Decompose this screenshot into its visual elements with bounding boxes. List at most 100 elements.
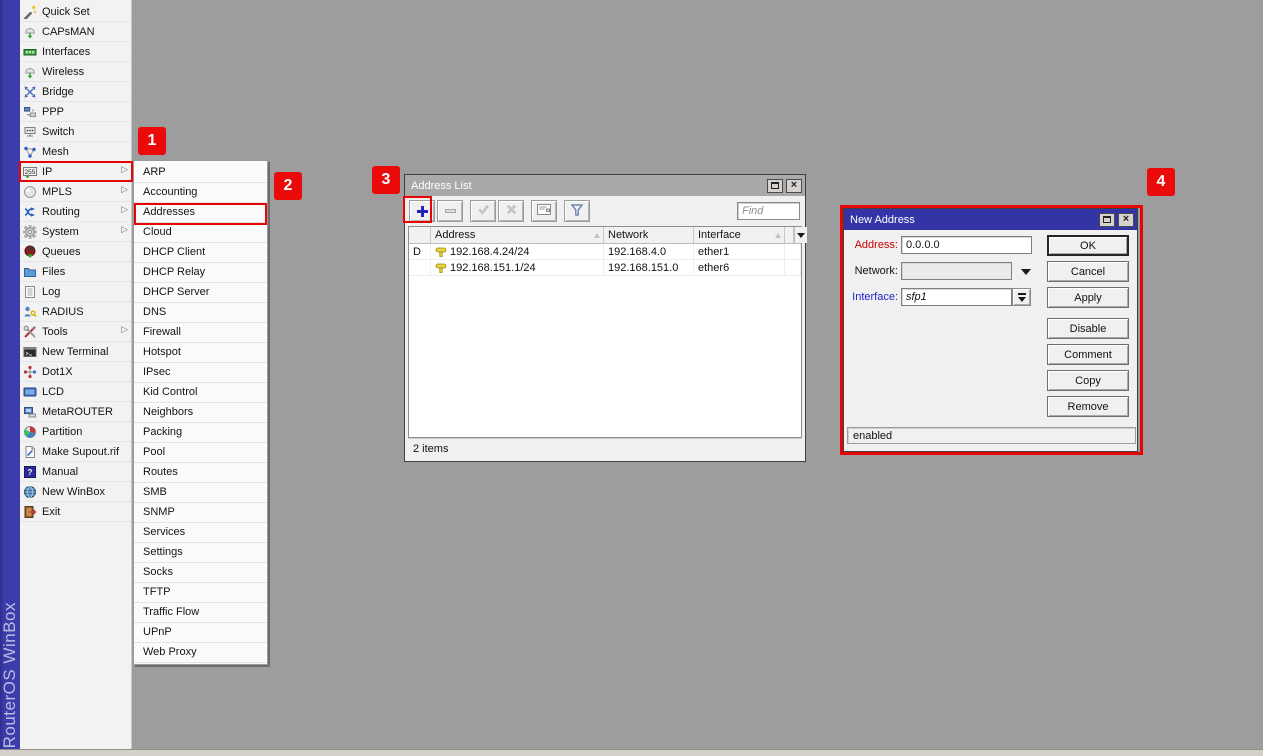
remove-button[interactable]: Remove xyxy=(1047,396,1129,417)
annotation-badge-2: 2 xyxy=(274,172,302,200)
sidebar-item-metarouter[interactable]: MetaROUTER xyxy=(20,402,131,422)
comment-button[interactable]: Comment xyxy=(1047,344,1129,365)
wand-icon xyxy=(23,5,37,19)
submenu-item-services[interactable]: Services xyxy=(134,523,267,543)
sidebar-item-label: Mesh xyxy=(42,146,69,158)
address-list-titlebar[interactable]: Address List × xyxy=(405,175,805,196)
submenu-item-kid-control[interactable]: Kid Control xyxy=(134,383,267,403)
flag-column-header[interactable] xyxy=(409,227,431,243)
close-button[interactable]: × xyxy=(786,179,802,193)
disable-button[interactable]: Disable xyxy=(1047,318,1129,339)
add-button[interactable] xyxy=(409,200,435,222)
queues-disc-icon xyxy=(23,245,37,259)
sidebar-item-routing[interactable]: Routing▷ xyxy=(20,202,131,222)
filter-button[interactable] xyxy=(564,200,590,222)
sidebar-item-mesh[interactable]: Mesh xyxy=(20,142,131,162)
antenna-dome-icon xyxy=(23,65,37,79)
submenu-item-dhcp-server[interactable]: DHCP Server xyxy=(134,283,267,303)
column-label: Address xyxy=(435,229,475,241)
remove-button[interactable] xyxy=(437,200,463,222)
sidebar-item-files[interactable]: Files xyxy=(20,262,131,282)
sidebar-item-system[interactable]: System▷ xyxy=(20,222,131,242)
sidebar-item-interfaces[interactable]: Interfaces xyxy=(20,42,131,62)
sidebar-item-make-supout-rif[interactable]: Make Supout.rif xyxy=(20,442,131,462)
ok-button[interactable]: OK xyxy=(1047,235,1129,256)
sidebar-item-exit[interactable]: Exit xyxy=(20,502,131,522)
submenu-item-settings[interactable]: Settings xyxy=(134,543,267,563)
interface-column-header[interactable]: Interface xyxy=(694,227,785,243)
submenu-item-dhcp-relay[interactable]: DHCP Relay xyxy=(134,263,267,283)
apply-button[interactable]: Apply xyxy=(1047,287,1129,308)
sidebar-item-new-winbox[interactable]: New WinBox xyxy=(20,482,131,502)
sidebar-item-quick-set[interactable]: Quick Set xyxy=(20,2,131,22)
cancel-button[interactable]: Cancel xyxy=(1047,261,1129,282)
maximize-button[interactable] xyxy=(767,179,783,193)
address-field[interactable] xyxy=(901,236,1032,254)
comment-button[interactable] xyxy=(531,200,557,222)
submenu-item-packing[interactable]: Packing xyxy=(134,423,267,443)
sidebar-item-label: RADIUS xyxy=(42,306,84,318)
submenu-item-snmp[interactable]: SNMP xyxy=(134,503,267,523)
submenu-item-arp[interactable]: ARP xyxy=(134,163,267,183)
maximize-button[interactable] xyxy=(1099,213,1115,227)
sidebar-item-mpls[interactable]: MPLS▷ xyxy=(20,182,131,202)
interface-dropdown-button[interactable] xyxy=(1012,288,1031,306)
sidebar-item-manual[interactable]: ?Manual xyxy=(20,462,131,482)
submenu-item-hotspot[interactable]: Hotspot xyxy=(134,343,267,363)
address-pin-icon xyxy=(435,246,447,258)
sidebar-item-dot1x[interactable]: Dot1X xyxy=(20,362,131,382)
row-flag xyxy=(409,260,431,275)
mesh-icon xyxy=(23,145,37,159)
submenu-item-dhcp-client[interactable]: DHCP Client xyxy=(134,243,267,263)
sidebar-item-radius[interactable]: RADIUS xyxy=(20,302,131,322)
copy-button[interactable]: Copy xyxy=(1047,370,1129,391)
address-column-header[interactable]: Address xyxy=(431,227,604,243)
submenu-item-routes[interactable]: Routes xyxy=(134,463,267,483)
submenu-item-neighbors[interactable]: Neighbors xyxy=(134,403,267,423)
sidebar-item-wireless[interactable]: Wireless xyxy=(20,62,131,82)
sidebar-item-tools[interactable]: Tools▷ xyxy=(20,322,131,342)
sidebar-item-capsman[interactable]: CAPsMAN xyxy=(20,22,131,42)
interface-field[interactable] xyxy=(901,288,1012,306)
sidebar-item-ip[interactable]: 255IP▷ xyxy=(20,162,131,182)
network-dropdown-icon[interactable] xyxy=(1021,269,1031,275)
submenu-item-upnp[interactable]: UPnP xyxy=(134,623,267,643)
submenu-item-addresses[interactable]: Addresses xyxy=(134,203,267,223)
submenu-item-tftp[interactable]: TFTP xyxy=(134,583,267,603)
sidebar-item-log[interactable]: Log xyxy=(20,282,131,302)
network-column-header[interactable]: Network xyxy=(604,227,694,243)
ip-255-icon: 255 xyxy=(23,165,37,179)
sidebar-item-ppp[interactable]: PPP xyxy=(20,102,131,122)
submenu-item-traffic-flow[interactable]: Traffic Flow xyxy=(134,603,267,623)
sidebar-item-bridge[interactable]: Bridge xyxy=(20,82,131,102)
submenu-item-web-proxy[interactable]: Web Proxy xyxy=(134,643,267,663)
sidebar-item-switch[interactable]: Switch xyxy=(20,122,131,142)
submenu-item-smb[interactable]: SMB xyxy=(134,483,267,503)
table-row[interactable]: 192.168.151.1/24192.168.151.0ether6 xyxy=(409,260,801,276)
network-field[interactable] xyxy=(901,262,1012,280)
sidebar-item-new-terminal[interactable]: New Terminal xyxy=(20,342,131,362)
enable-button[interactable] xyxy=(470,200,496,222)
submenu-item-dns[interactable]: DNS xyxy=(134,303,267,323)
annotation-badge-1: 1 xyxy=(138,127,166,155)
submenu-item-ipsec[interactable]: IPsec xyxy=(134,363,267,383)
sidebar-item-lcd[interactable]: LCD xyxy=(20,382,131,402)
sidebar-item-queues[interactable]: Queues xyxy=(20,242,131,262)
find-input[interactable] xyxy=(737,202,800,220)
sidebar-menu: Quick SetCAPsMANInterfaces Wireless Bridge… xyxy=(20,0,132,749)
disable-button[interactable] xyxy=(498,200,524,222)
column-dropdown-button[interactable] xyxy=(794,227,807,243)
row-spacer xyxy=(785,244,801,259)
submenu-item-cloud[interactable]: Cloud xyxy=(134,223,267,243)
submenu-item-pool[interactable]: Pool xyxy=(134,443,267,463)
submenu-item-socks[interactable]: Socks xyxy=(134,563,267,583)
sidebar-item-label: Wireless xyxy=(42,66,84,78)
window-title: Address List xyxy=(408,180,764,192)
new-address-titlebar[interactable]: New Address × xyxy=(844,209,1137,230)
close-button[interactable]: × xyxy=(1118,213,1134,227)
sidebar-item-partition[interactable]: Partition xyxy=(20,422,131,442)
submenu-item-accounting[interactable]: Accounting xyxy=(134,183,267,203)
column-label: Interface xyxy=(698,229,741,241)
submenu-item-firewall[interactable]: Firewall xyxy=(134,323,267,343)
table-row[interactable]: D192.168.4.24/24192.168.4.0ether1 xyxy=(409,244,801,260)
